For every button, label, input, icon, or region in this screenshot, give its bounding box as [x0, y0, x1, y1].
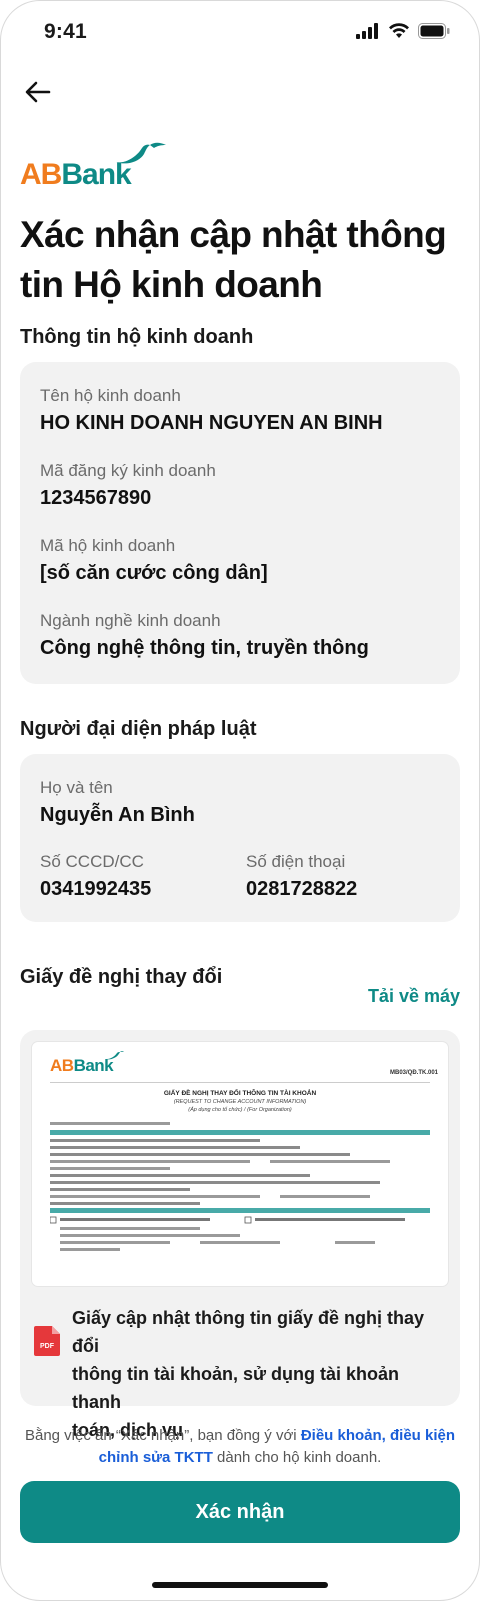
registration-number-value: 1234567890 [40, 487, 152, 509]
id-number-value: 0341992435 [40, 878, 152, 900]
logo-wordmark: ABBank [20, 158, 132, 192]
document-preview[interactable]: ABBank MB03/QĐ.TK.001 GIẤY ĐỀ NGHỊ THAY … [32, 1042, 448, 1286]
document-card[interactable]: ABBank MB03/QĐ.TK.001 GIẤY ĐỀ NGHỊ THAY … [20, 1030, 460, 1440]
battery-icon [418, 23, 450, 39]
back-button[interactable] [20, 74, 56, 110]
representative-card: Họ và tên Nguyễn An Bình Số CCCD/CC 0341… [20, 754, 460, 922]
business-info-card: Tên hộ kinh doanh HO KINH DOANH NGUYEN A… [20, 362, 460, 684]
full-name-value: Nguyễn An Bình [40, 804, 195, 826]
phone-screen: 9:41 ABBank Xác nhận cập nhật thông tin … [0, 0, 480, 1601]
abbank-logo: ABBank [20, 138, 166, 192]
document-name-line2: thông tin tài khoản, sử dụng tài khoản t… [72, 1364, 400, 1412]
document-name-line1: Giấy cập nhật thông tin giấy đề nghị tha… [72, 1308, 425, 1356]
phone-number-value: 0281728822 [246, 878, 358, 900]
preview-form-lines [50, 1122, 430, 1251]
status-time: 9:41 [44, 20, 87, 43]
page-title: Xác nhận cập nhật thông tin Hộ kinh doan… [20, 210, 460, 310]
preview-divider [50, 1082, 430, 1083]
signal-icon [356, 23, 378, 39]
business-sector-value: Công nghệ thông tin, truyền thông [40, 637, 369, 659]
confirm-button[interactable]: Xác nhận [20, 1481, 460, 1543]
business-name-value: HO KINH DOANH NGUYEN AN BINH [40, 412, 383, 434]
status-bar: 9:41 [0, 14, 480, 50]
full-name-label: Họ và tên [40, 778, 113, 797]
business-section-title: Thông tin hộ kinh doanh [20, 326, 254, 348]
preview-logo-bird-icon [107, 1051, 124, 1060]
business-sector-label: Ngành nghề kinh doanh [40, 611, 221, 630]
logo-ab-text: AB [20, 158, 62, 191]
preview-logo-ab: AB [50, 1056, 74, 1075]
terms-notice: Bằng việc ấn “Xác nhận”, bạn đồng ý với … [20, 1425, 460, 1469]
home-indicator [152, 1582, 328, 1588]
status-icons [356, 23, 450, 39]
wifi-icon [389, 23, 409, 38]
business-code-value: [số căn cước công dân] [40, 562, 268, 584]
registration-number-label: Mã đăng ký kinh doanh [40, 461, 216, 480]
representative-section-title: Người đại diện pháp luật [20, 718, 257, 740]
preview-subheading: (REQUEST TO CHANGE ACCOUNT INFORMATION) [173, 1099, 307, 1105]
svg-text:PDF: PDF [40, 1343, 55, 1350]
logo-bank-text: Bank [61, 158, 131, 191]
terms-prefix: Bằng việc ấn “Xác nhận”, bạn đồng ý với [24, 1427, 301, 1444]
page-title-line2: tin Hộ kinh doanh [20, 264, 323, 305]
preview-subheading2: (Áp dụng cho tổ chức) / (For Organizatio… [188, 1107, 292, 1113]
preview-heading: GIẤY ĐỀ NGHỊ THAY ĐỔI THÔNG TIN TÀI KHOẢ… [163, 1090, 317, 1097]
phone-number-label: Số điện thoại [246, 852, 346, 871]
preview-code: MB03/QĐ.TK.001 [389, 1070, 438, 1076]
page-title-line1: Xác nhận cập nhật thông [20, 214, 447, 255]
download-link[interactable]: Tải về máy [368, 986, 460, 1007]
terms-suffix: dành cho hộ kinh doanh. [212, 1449, 382, 1466]
preview-logo: ABBank [50, 1056, 114, 1076]
business-code-label: Mã hộ kinh doanh [40, 536, 176, 555]
arrow-left-icon [25, 81, 51, 103]
document-section-title: Giấy đề nghị thay đổi [20, 966, 223, 988]
id-number-label: Số CCCD/CC [40, 852, 144, 871]
business-name-label: Tên hộ kinh doanh [40, 386, 181, 405]
pdf-icon: PDF [34, 1326, 60, 1356]
document-name: Giấy cập nhật thông tin giấy đề nghị tha… [72, 1304, 442, 1444]
